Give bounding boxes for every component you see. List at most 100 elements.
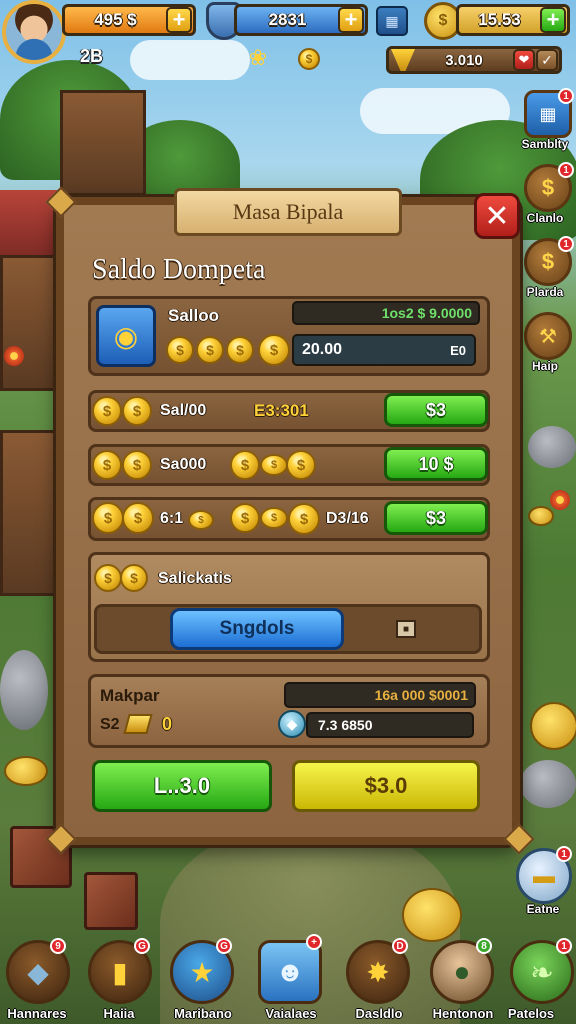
offer-price-text: E3:301 (254, 401, 309, 420)
saldo-value-field: 20.00 E0 (292, 334, 476, 366)
salicatis-label: Salickatis (158, 570, 232, 587)
gold-bar: 15.53 + (456, 4, 570, 36)
flower (4, 346, 24, 366)
check-icon[interactable]: ✓ (536, 49, 558, 71)
coin-stack-icon: $ (260, 454, 288, 476)
coin-icon: $ (122, 450, 152, 480)
gems-value: 2831 (268, 10, 307, 29)
nav-badge: G (134, 938, 150, 954)
offer-name: Sa000 (160, 456, 207, 473)
coin-icon: $ (166, 336, 194, 364)
nav-label: Patelos (507, 1006, 555, 1021)
rock (0, 650, 48, 730)
add-gold-button[interactable]: + (540, 7, 566, 33)
coin-icon: $ (286, 450, 316, 480)
makpar-gem-bar: 7.3 6850 (306, 712, 474, 738)
coin-icon: $ (94, 564, 122, 592)
notification-icon[interactable]: ❤ (513, 49, 535, 71)
gold-value: 15.53 (478, 10, 521, 29)
coin-icon: $ (92, 502, 124, 534)
nav-badge: 9 (50, 938, 66, 954)
dialog-heading: Saldo Dompeta (92, 254, 266, 285)
wooden-shed (0, 430, 60, 596)
nav-label: Hannares (7, 1006, 67, 1021)
buy-yellow-button[interactable]: $3.0 (292, 760, 480, 812)
coin-icon: $ (298, 48, 320, 70)
buy-offer-3-button[interactable]: $3 (384, 501, 488, 535)
rock (520, 760, 576, 808)
saldo-suffix: E0 (450, 342, 466, 358)
side-badge-1: 1 (558, 88, 574, 104)
nav-label: Vaialaes (265, 1006, 317, 1021)
player-level: 2B (80, 46, 104, 66)
house (60, 90, 146, 196)
nav-label: Haiia (103, 1006, 135, 1021)
coin-pile (528, 506, 554, 526)
coin-icon: $ (92, 396, 122, 426)
close-icon: ✕ (484, 199, 510, 233)
coin-icon: $ (122, 502, 154, 534)
offer-name: Sal/00 (160, 402, 207, 419)
flower (550, 490, 570, 510)
side-badge-3: 1 (558, 236, 574, 252)
add-gems-button[interactable]: + (338, 7, 364, 33)
nav-badge: G (216, 938, 232, 954)
gems-bar: 2831 + (234, 4, 368, 36)
saldo-target-value: 1os2 $ 9.0000 (381, 305, 472, 321)
buy-offer-1-button[interactable]: $3 (384, 393, 488, 427)
side-badge-5: 1 (556, 846, 572, 862)
hammer-icon[interactable]: ⚒ (524, 312, 572, 360)
nav-badge: D (392, 938, 408, 954)
player-avatar[interactable] (2, 0, 66, 64)
coin-pile (4, 756, 48, 786)
event-value: 3.010 (445, 51, 483, 69)
coins-bar: 495 $ + (62, 4, 196, 36)
offer-name: 6:1 (160, 510, 184, 527)
sngdols-button[interactable]: Sngdols (170, 608, 344, 650)
coin-pile (402, 888, 462, 942)
makpar-bar: 16a 000 $0001 (284, 682, 476, 708)
rock (528, 426, 576, 468)
makpar-gem-value: 7.3 6850 (318, 717, 373, 733)
coin-icon: $ (230, 450, 260, 480)
side-label-eatne: Eatne (526, 902, 560, 916)
close-button[interactable]: ✕ (474, 193, 520, 239)
dialog-title: Masa Bipala (174, 188, 402, 236)
coin-pile (530, 702, 576, 750)
makpar-amount-value: 0 (162, 714, 173, 734)
makpar-bar-value: 16a 000 $0001 (374, 687, 468, 703)
coin-stack-icon: $ (260, 507, 288, 529)
coin-icon: $ (92, 450, 122, 480)
event-bar: 3.010 ❤ ✓ (386, 46, 562, 74)
trophy-icon (391, 49, 415, 71)
buy-offer-2-button[interactable]: 10 $ (384, 447, 488, 481)
coin-icon: $ (288, 503, 320, 535)
coin-icon: $ (230, 503, 260, 533)
coin-icon: $ (226, 336, 254, 364)
saldo-label: Salloo (168, 306, 220, 325)
coin-stack-icon: $ (188, 510, 214, 530)
wallet-icon: ◉ (96, 305, 156, 367)
nav-badge: 1 (556, 938, 572, 954)
card-icon[interactable]: ■ (396, 620, 416, 638)
add-coins-button[interactable]: + (166, 7, 192, 33)
coins-value: 495 $ (94, 10, 137, 29)
nav-label: Dasldlo (355, 1006, 403, 1021)
coin-icon: $ (258, 334, 290, 366)
grid-menu-icon[interactable]: ▦ (376, 6, 408, 36)
nav-badge: + (306, 934, 322, 950)
nav-badge: 8 (476, 938, 492, 954)
side-label-samblty: Samblty (521, 137, 569, 151)
crate (84, 872, 138, 930)
saldo-target-bar: 1os2 $ 9.0000 (292, 301, 480, 325)
cloud (130, 40, 250, 80)
gem-icon: ◆ (278, 710, 306, 738)
coin-icon: $ (196, 336, 224, 364)
makpar-label: Makpar (100, 686, 160, 705)
hut (0, 255, 58, 391)
offer-price-text: D3/16 (326, 510, 369, 527)
confirm-green-button[interactable]: L..3.0 (92, 760, 272, 812)
saldo-value: 20.00 (302, 341, 343, 358)
makpar-amount-label: S2 (100, 716, 120, 733)
nav-label: Maribano (174, 1006, 232, 1021)
